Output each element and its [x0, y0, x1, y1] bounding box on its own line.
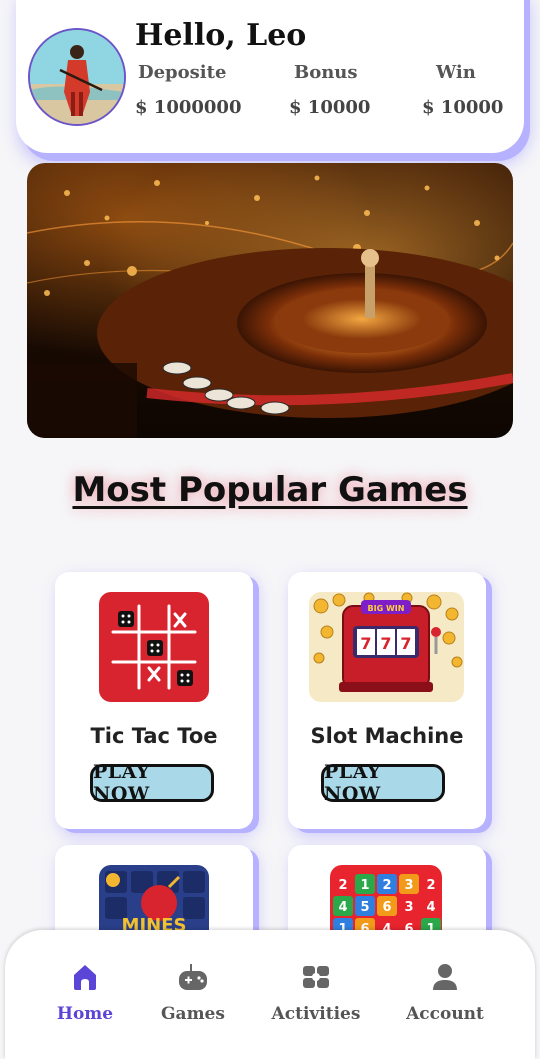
app-screen: Hello, Leo Deposite Bonus Win $ 1000000 …	[0, 0, 540, 1059]
gamepad-icon	[177, 962, 209, 996]
nav-label-activities: Activities	[271, 1004, 361, 1024]
bonus-value: $ 10000	[289, 97, 371, 118]
win-value: $ 10000	[422, 97, 504, 118]
svg-text:7: 7	[360, 634, 371, 653]
game-title: Slot Machine	[310, 724, 464, 748]
home-icon	[70, 962, 100, 996]
play-now-button[interactable]: PLAY NOW	[321, 761, 445, 805]
nav-item-games[interactable]: Games	[138, 930, 248, 1059]
bottom-nav: Home Games Activities Account	[5, 930, 535, 1059]
svg-text:7: 7	[380, 634, 391, 653]
nav-item-home[interactable]: Home	[30, 930, 140, 1059]
nav-item-activities[interactable]: Activities	[261, 930, 371, 1059]
play-now-button[interactable]: PLAY NOW	[90, 761, 214, 805]
game-title: Tic Tac Toe	[90, 724, 218, 748]
avatar-image	[30, 30, 124, 124]
nav-item-account[interactable]: Account	[390, 930, 500, 1059]
number-tile-label: 3	[404, 900, 413, 915]
bonus-label: Bonus	[294, 62, 358, 83]
roulette-banner[interactable]	[27, 163, 513, 438]
win-label: Win	[436, 62, 476, 83]
deposit-label: Deposite	[138, 62, 227, 83]
roulette-banner-image	[27, 175, 513, 438]
slot-machine-thumbnail[interactable]: BIG WIN 7 7 7	[309, 592, 464, 702]
user-icon	[430, 962, 460, 996]
number-tile-label: 2	[382, 878, 391, 893]
nav-label-home: Home	[56, 1004, 114, 1024]
profile-header: Hello, Leo Deposite Bonus Win $ 1000000 …	[16, 0, 524, 153]
number-tile-label: 4	[426, 900, 435, 915]
number-tile-label: 3	[404, 878, 413, 893]
number-tile-label: 5	[360, 900, 369, 915]
slot-machine-icon: BIG WIN 7 7 7	[313, 592, 463, 692]
avatar[interactable]	[28, 28, 126, 126]
number-tile-label: 2	[426, 878, 435, 893]
svg-text:7: 7	[400, 634, 411, 653]
nav-label-games: Games	[161, 1004, 225, 1024]
number-tile-label: 6	[382, 900, 391, 915]
section-title: Most Popular Games	[72, 470, 468, 510]
game-card-tic-tac-toe[interactable]: Tic Tac Toe PLAY NOW	[55, 572, 253, 829]
tic-tac-toe-icon	[111, 604, 197, 690]
number-tile-label: 4	[338, 900, 347, 915]
number-tile-label: 2	[338, 878, 347, 893]
deposit-value: $ 1000000	[135, 97, 242, 118]
tic-tac-toe-thumbnail[interactable]	[99, 592, 209, 702]
game-card-slot-machine[interactable]: BIG WIN 7 7 7 Slot Machine PLAY NOW	[288, 572, 486, 829]
greeting-text: Hello, Leo	[135, 18, 307, 53]
number-tile-label: 1	[360, 878, 369, 893]
nav-label-account: Account	[406, 1004, 484, 1024]
activities-icon	[301, 962, 331, 996]
slot-sign-text: BIG WIN	[368, 604, 405, 613]
